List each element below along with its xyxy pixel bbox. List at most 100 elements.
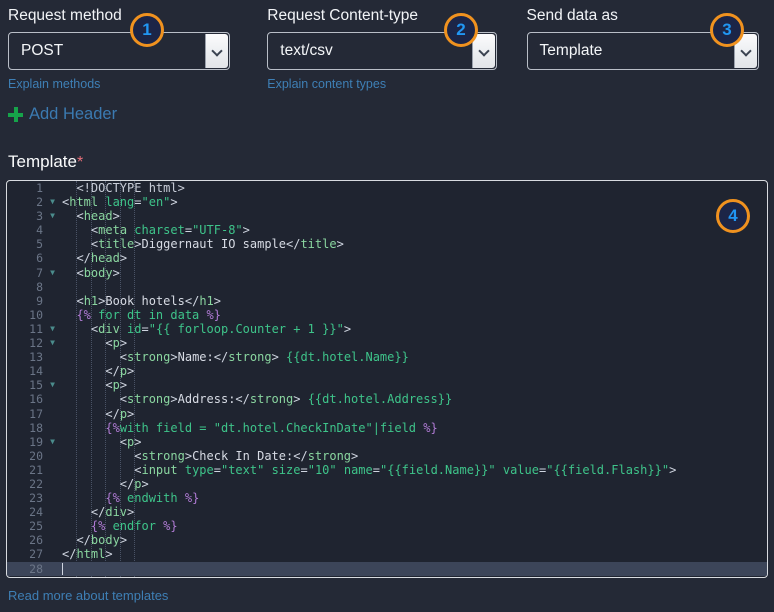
code-lines[interactable]: 1 <!DOCTYPE html>2▼<html lang="en">3▼ <h…	[7, 181, 767, 576]
fold-spacer	[47, 237, 58, 251]
code-line[interactable]: 5 <title>Diggernaut IO sample</title>	[7, 237, 767, 251]
code-line[interactable]: 1 <!DOCTYPE html>	[7, 181, 767, 195]
explain-methods-link[interactable]: Explain methods	[8, 70, 100, 92]
line-number: 13	[7, 350, 47, 364]
code-line[interactable]: 7▼ <body>	[7, 266, 767, 280]
code-line[interactable]: 18 {%with field = "dt.hotel.CheckInDate"…	[7, 421, 767, 435]
code-line[interactable]: 23 {% endwith %}	[7, 491, 767, 505]
code-line[interactable]: 4 <meta charset="UTF-8">	[7, 223, 767, 237]
required-marker: *	[77, 154, 83, 171]
code-text: <body>	[58, 266, 767, 280]
chevron-down-icon[interactable]	[472, 34, 495, 68]
line-number: 7	[7, 266, 47, 280]
code-text: <strong>Name:</strong> {{dt.hotel.Name}}	[58, 350, 767, 364]
code-line[interactable]: 10 {% for dt in data %}	[7, 308, 767, 322]
code-text: {%with field = "dt.hotel.CheckInDate"|fi…	[58, 421, 767, 435]
code-area[interactable]: 1 <!DOCTYPE html>2▼<html lang="en">3▼ <h…	[7, 181, 767, 577]
code-line[interactable]: 2▼<html lang="en">	[7, 195, 767, 209]
code-line[interactable]: 24 </div>	[7, 505, 767, 519]
code-text: </p>	[58, 477, 767, 491]
code-text: {% for dt in data %}	[58, 308, 767, 322]
line-number: 8	[7, 280, 47, 294]
request-method-select[interactable]: POST	[8, 32, 230, 70]
add-header-label: Add Header	[29, 105, 117, 124]
fold-spacer	[47, 505, 58, 519]
fold-spacer	[47, 364, 58, 378]
code-line[interactable]: 17 </p>	[7, 407, 767, 421]
line-number: 21	[7, 463, 47, 477]
line-number: 24	[7, 505, 47, 519]
code-line[interactable]: 28	[7, 562, 767, 576]
code-line[interactable]: 15▼ <p>	[7, 378, 767, 392]
request-method-value: POST	[9, 42, 205, 60]
code-line[interactable]: 3▼ <head>	[7, 209, 767, 223]
code-text: <title>Diggernaut IO sample</title>	[58, 237, 767, 251]
code-line[interactable]: 8	[7, 280, 767, 294]
code-line[interactable]: 27</html>	[7, 547, 767, 561]
code-line[interactable]: 25 {% endfor %}	[7, 519, 767, 533]
line-number: 25	[7, 519, 47, 533]
fold-arrow-icon[interactable]: ▼	[47, 435, 58, 449]
template-section-label: Template*	[0, 124, 774, 180]
code-line[interactable]: 20 <strong>Check In Date:</strong>	[7, 449, 767, 463]
step-badge-4: 4	[716, 199, 750, 233]
code-line[interactable]: 22 </p>	[7, 477, 767, 491]
code-text: </p>	[58, 364, 767, 378]
read-more-templates-link[interactable]: Read more about templates	[0, 578, 168, 603]
code-text: <h1>Book hotels</h1>	[58, 294, 767, 308]
code-line[interactable]: 14 </p>	[7, 364, 767, 378]
code-text	[58, 280, 767, 294]
request-content-type-label: Request Content-type	[267, 4, 526, 32]
fold-arrow-icon[interactable]: ▼	[47, 378, 58, 392]
line-number: 3	[7, 209, 47, 223]
line-number: 15	[7, 378, 47, 392]
fold-arrow-icon[interactable]: ▼	[47, 266, 58, 280]
code-text: <p>	[58, 336, 767, 350]
code-text: </body>	[58, 533, 767, 547]
fold-arrow-icon[interactable]: ▼	[47, 322, 58, 336]
fold-spacer	[47, 491, 58, 505]
fold-arrow-icon[interactable]: ▼	[47, 336, 58, 350]
code-text: <p>	[58, 378, 767, 392]
line-number: 28	[7, 562, 47, 576]
code-text: <div id="{{ forloop.Counter + 1 }}">	[58, 322, 767, 336]
code-text: </div>	[58, 505, 767, 519]
line-number: 18	[7, 421, 47, 435]
fold-spacer	[47, 392, 58, 406]
request-content-type-value: text/csv	[268, 42, 472, 60]
request-template-panel: Request method POST Explain methods Requ…	[0, 0, 774, 612]
fold-spacer	[47, 477, 58, 491]
line-number: 11	[7, 322, 47, 336]
line-number: 19	[7, 435, 47, 449]
code-line[interactable]: 13 <strong>Name:</strong> {{dt.hotel.Nam…	[7, 350, 767, 364]
code-line[interactable]: 19▼ <p>	[7, 435, 767, 449]
code-line[interactable]: 9 <h1>Book hotels</h1>	[7, 294, 767, 308]
add-header-button[interactable]: Add Header	[0, 93, 774, 124]
code-line[interactable]: 11▼ <div id="{{ forloop.Counter + 1 }}">	[7, 322, 767, 336]
fold-spacer	[47, 280, 58, 294]
explain-content-types-link[interactable]: Explain content types	[267, 70, 386, 92]
fold-arrow-icon[interactable]: ▼	[47, 195, 58, 209]
fold-spacer	[47, 562, 58, 576]
code-text: </html>	[58, 547, 767, 561]
code-text	[58, 562, 767, 576]
code-line[interactable]: 6 </head>	[7, 251, 767, 265]
code-text: <!DOCTYPE html>	[58, 181, 767, 195]
line-number: 16	[7, 392, 47, 406]
fold-spacer	[47, 463, 58, 477]
chevron-down-icon[interactable]	[205, 34, 228, 68]
line-number: 23	[7, 491, 47, 505]
template-code-editor[interactable]: 1 <!DOCTYPE html>2▼<html lang="en">3▼ <h…	[6, 180, 768, 578]
line-number: 22	[7, 477, 47, 491]
line-number: 2	[7, 195, 47, 209]
code-line[interactable]: 21 <input type="text" size="10" name="{{…	[7, 463, 767, 477]
code-line[interactable]: 26 </body>	[7, 533, 767, 547]
code-line[interactable]: 12▼ <p>	[7, 336, 767, 350]
fold-spacer	[47, 350, 58, 364]
fold-arrow-icon[interactable]: ▼	[47, 209, 58, 223]
code-text: </head>	[58, 251, 767, 265]
code-text: <html lang="en">	[58, 195, 767, 209]
code-text: {% endfor %}	[58, 519, 767, 533]
line-number: 17	[7, 407, 47, 421]
code-line[interactable]: 16 <strong>Address:</strong> {{dt.hotel.…	[7, 392, 767, 406]
